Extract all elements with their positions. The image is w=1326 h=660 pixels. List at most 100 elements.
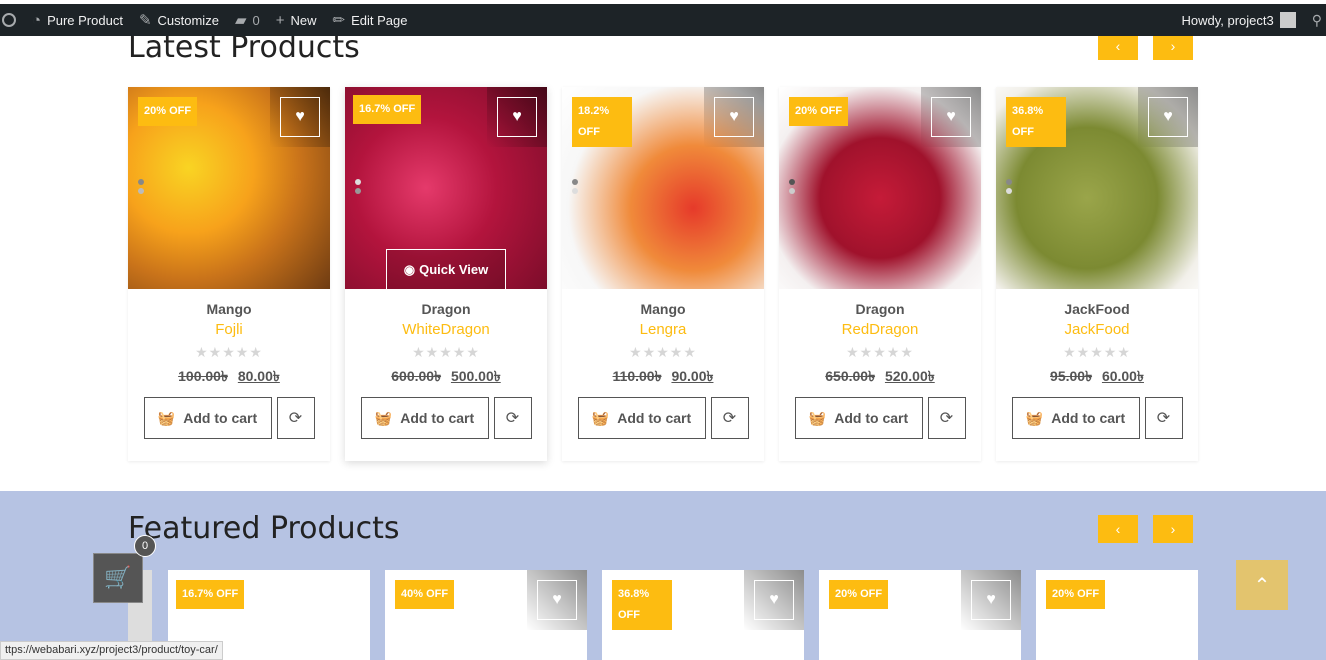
product-category: JackFood [1064,301,1130,317]
quick-view-label: Quick View [419,262,489,277]
discount-badge: 20% OFF [829,580,889,609]
wishlist-heart-icon[interactable]: ♥ [320,580,360,620]
pencil-icon: ✏ [332,12,346,29]
compare-button[interactable]: ⟳ [710,397,749,439]
wishlist-heart-icon[interactable]: ♥ [280,97,320,137]
wishlist-heart-icon[interactable]: ♥ [931,97,971,137]
floating-cart-button[interactable]: 🛒 [93,553,143,603]
add-to-cart-button[interactable]: 🧺 Add to cart [143,397,272,439]
compare-button[interactable]: ⟳ [493,397,532,439]
image-dots[interactable] [138,179,144,197]
product-image[interactable]: 18.2% OFF ♥ [562,87,764,289]
chevron-up-icon: ⌃ [1253,574,1271,597]
quick-view-button[interactable]: ◉ Quick View [386,249,506,289]
wordpress-logo-icon[interactable] [0,4,24,36]
product-name[interactable]: Lengra [562,321,764,338]
price: 95.00৳ 60.00৳ [996,365,1198,389]
image-dots[interactable] [355,179,361,197]
edit-page-link[interactable]: ✏ Edit Page [325,4,416,36]
wishlist-heart-icon[interactable]: ♥ [971,580,1011,620]
product-card[interactable]: 20% OFF ♥ Dragon RedDragon ★★★★★ 650.00৳… [779,87,981,461]
avatar [1279,12,1296,28]
carousel-prev-button[interactable]: ‹ [1098,515,1138,543]
new-label: New [290,12,317,28]
rating-stars: ★★★★★ [629,344,697,360]
featured-product-card[interactable]: 36.8% OFF ♥ [602,570,804,660]
discount-badge: 20% OFF [138,97,198,126]
wishlist-heart-icon[interactable]: ♥ [754,580,794,620]
refresh-icon: ⟳ [288,410,303,427]
featured-product-card[interactable]: 40% OFF ♥ [385,570,587,660]
add-to-cart-button[interactable]: 🧺 Add to cart [360,397,489,439]
new-price: 60.00৳ [1101,368,1144,384]
add-to-cart-label: Add to cart [834,410,909,426]
product-card[interactable]: 20% OFF ♥ Mango Fojli ★★★★★ 100.00৳ 80.0… [128,87,330,461]
price: 650.00৳ 520.00৳ [779,365,981,389]
discount-badge: 20% OFF [1046,580,1106,609]
carousel-prev-button[interactable]: ‹ [1098,32,1138,60]
product-name[interactable]: RedDragon [779,321,981,338]
compare-button[interactable]: ⟳ [276,397,315,439]
section-title: Featured Products [128,511,400,546]
wishlist-heart-icon[interactable]: ♥ [537,580,577,620]
basket-icon: 🧺 [1025,409,1044,426]
add-to-cart-button[interactable]: 🧺 Add to cart [577,397,706,439]
wishlist-heart-icon[interactable]: ♥ [497,97,537,137]
site-name-link[interactable]: ◔ Pure Product [24,4,131,36]
latest-products-section: Latest Products ‹ › 20% OFF ♥ Mango Fojl… [0,30,1326,491]
dashboard-icon: ◔ [32,11,42,29]
image-dots[interactable] [1006,179,1012,197]
image-dots[interactable] [789,179,795,197]
carousel-next-button[interactable]: › [1153,515,1193,543]
status-bar-url: ttps://webabari.xyz/project3/product/toy… [0,641,223,660]
discount-badge: 36.8% OFF [1006,97,1066,147]
product-image[interactable]: 20% OFF ♥ [128,87,330,289]
account-menu[interactable]: Howdy, project3 [1173,4,1303,36]
product-name[interactable]: JackFood [996,321,1198,338]
carousel-next-button[interactable]: › [1153,32,1193,60]
cart-count-badge: 0 [134,535,156,557]
product-name[interactable]: Fojli [128,321,330,338]
site-name-label: Pure Product [47,12,123,28]
featured-product-card[interactable]: 20% OFF [1036,570,1198,660]
product-image[interactable]: 16.7% OFF ♥ ◉ Quick View [345,87,547,289]
add-to-cart-button[interactable]: 🧺 Add to cart [1011,397,1140,439]
compare-button[interactable]: ⟳ [927,397,966,439]
old-price: 650.00৳ [825,368,876,384]
basket-icon: 🧺 [808,409,827,426]
product-card[interactable]: 36.8% OFF ♥ JackFood JackFood ★★★★★ 95.0… [996,87,1198,461]
product-category: Dragon [421,301,471,317]
compare-button[interactable]: ⟳ [1144,397,1183,439]
old-price: 95.00৳ [1050,368,1093,384]
new-price: 520.00৳ [884,368,935,384]
comments-link[interactable]: ▰ 0 [227,4,268,36]
image-dots[interactable] [572,179,578,197]
rating-stars: ★★★★★ [195,344,263,360]
new-content-link[interactable]: + New [268,4,325,36]
back-to-top-button[interactable]: ⌃ [1236,560,1288,610]
featured-product-card[interactable]: 20% OFF ♥ [819,570,1021,660]
product-card[interactable]: 16.7% OFF ♥ ◉ Quick View Dragon WhiteDrag… [345,87,547,461]
product-name[interactable]: WhiteDragon [345,321,547,338]
product-image[interactable]: 36.8% OFF ♥ [996,87,1198,289]
basket-icon: 🧺 [157,409,176,426]
rating-stars: ★★★★★ [846,344,914,360]
basket-icon: 🧺 [374,409,393,426]
old-price: 100.00৳ [178,368,228,384]
add-to-cart-button[interactable]: 🧺 Add to cart [794,397,923,439]
customize-link[interactable]: ✎ Customize [131,4,227,36]
add-to-cart-label: Add to cart [183,410,258,426]
search-icon[interactable]: ⚲ [1304,4,1326,36]
wishlist-heart-icon[interactable]: ♥ [1148,97,1188,137]
discount-badge: 16.7% OFF [353,95,422,124]
product-card[interactable]: 18.2% OFF ♥ Mango Lengra ★★★★★ 110.00৳ 9… [562,87,764,461]
wishlist-heart-icon[interactable]: ♥ [714,97,754,137]
refresh-icon: ⟳ [1156,410,1171,427]
product-image[interactable]: 20% OFF ♥ [779,87,981,289]
price: 110.00৳ 90.00৳ [562,365,764,389]
add-to-cart-label: Add to cart [617,410,692,426]
brush-icon: ✎ [138,12,152,29]
discount-badge: 16.7% OFF [176,580,245,609]
rating-stars: ★★★★★ [412,344,480,360]
refresh-icon: ⟳ [939,410,954,427]
